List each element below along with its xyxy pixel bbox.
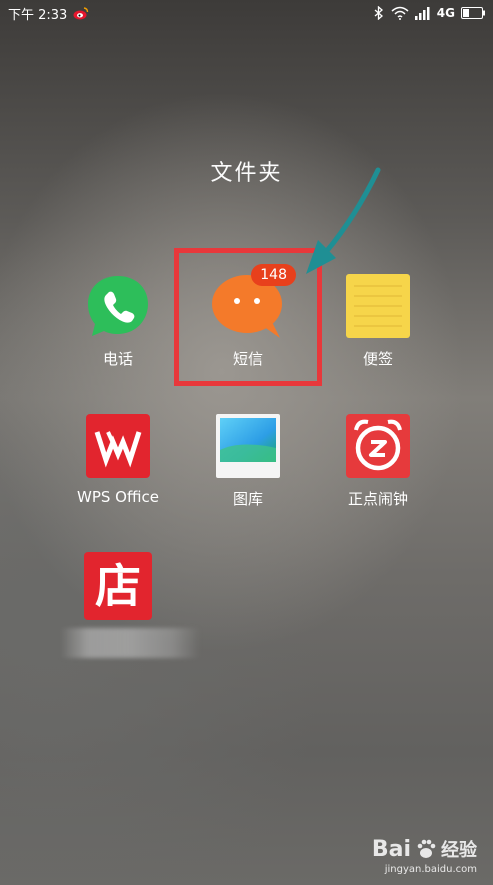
status-right: 4G	[373, 6, 485, 20]
signal-icon	[414, 6, 430, 20]
folder-title: 文件夹	[210, 161, 283, 186]
watermark-url: jingyan.baidu.com	[384, 864, 477, 875]
status-bar: 下午 2:33 4G	[0, 0, 493, 26]
status-left: 下午 2:33	[8, 4, 89, 23]
wifi-icon	[391, 6, 409, 20]
network-type: 4G	[436, 6, 455, 20]
blurred-app-label	[60, 628, 200, 658]
app-alarm-clock[interactable]: 正点闹钟	[318, 412, 438, 509]
watermark-brand-right: 经验	[441, 840, 477, 861]
app-label-phone: 电话	[102, 350, 133, 368]
weibo-icon	[73, 7, 89, 20]
battery-icon	[461, 7, 485, 19]
phone-icon	[84, 272, 152, 340]
watermark-brand: Bai 经验	[372, 836, 477, 862]
app-gallery[interactable]: 图库	[188, 412, 308, 509]
gallery-icon	[214, 412, 282, 480]
store-icon-glyph: 店	[95, 559, 141, 613]
wps-icon	[84, 412, 152, 480]
app-store[interactable]: 店	[58, 552, 178, 620]
app-label-alarm: 正点闹钟	[347, 490, 408, 508]
app-label-wps: WPS Office	[77, 488, 159, 506]
app-wps-office[interactable]: WPS Office	[58, 412, 178, 506]
arrow-annotation	[306, 167, 381, 274]
app-label-gallery: 图库	[232, 490, 263, 508]
paw-icon	[417, 839, 436, 858]
bluetooth-icon	[374, 6, 383, 20]
app-notepad[interactable]: 便签	[318, 272, 438, 369]
watermark-brand-left: Bai	[371, 836, 411, 862]
baidu-watermark: Bai 经验 jingyan.baidu.com	[372, 836, 477, 876]
status-time: 下午 2:33	[8, 7, 68, 23]
store-icon: 店	[84, 552, 152, 620]
alarm-icon	[344, 412, 412, 480]
app-phone[interactable]: 电话	[58, 272, 178, 369]
app-label-notepad: 便签	[362, 350, 393, 368]
